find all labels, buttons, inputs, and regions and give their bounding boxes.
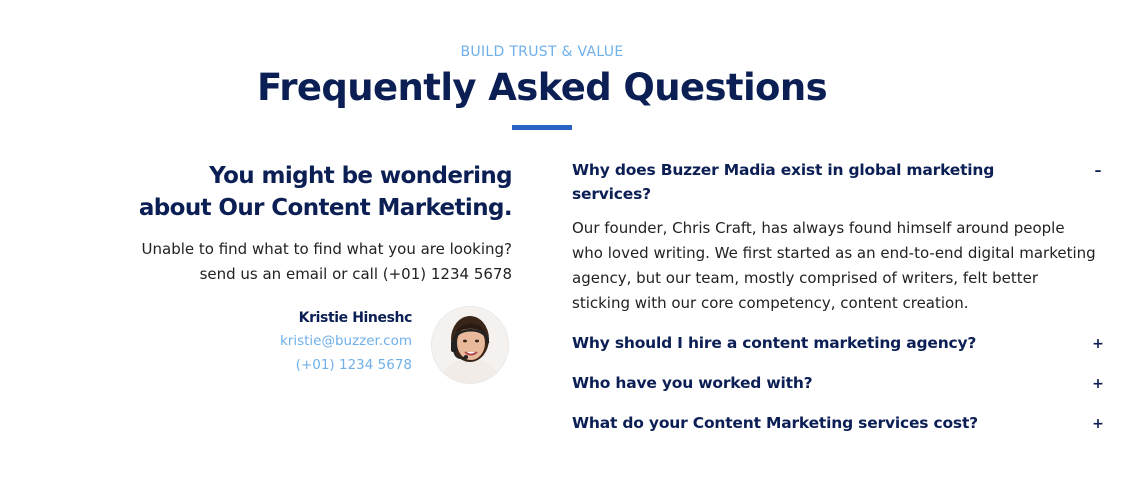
faq-item-0: Why does Buzzer Madia exist in global ma… — [572, 158, 1104, 316]
contact-email-link[interactable]: kristie@buzzer.com — [280, 329, 412, 353]
intro-heading-line-2: about Our Content Marketing. — [138, 195, 513, 221]
faq-question-3[interactable]: What do your Content Marketing services … — [572, 411, 1104, 435]
collapse-icon[interactable]: – — [1092, 164, 1104, 178]
intro-block: You might be wondering about Our Content… — [100, 160, 513, 383]
faq-question-1[interactable]: Why should I hire a content marketing ag… — [572, 331, 1104, 355]
avatar — [432, 307, 508, 383]
intro-text-line-1: Unable to find what to find what you are… — [141, 240, 512, 258]
contact-info: Kristie Hineshc kristie@buzzer.com (+01)… — [280, 307, 412, 377]
intro-heading: You might be wondering about Our Content… — [100, 160, 513, 224]
faq-item-1: Why should I hire a content marketing ag… — [572, 331, 1104, 355]
avatar-portrait-icon — [432, 307, 508, 383]
faq-item-2: Who have you worked with? + — [572, 371, 1104, 395]
page-title: Frequently Asked Questions — [256, 66, 828, 109]
faq-section: BUILD TRUST & VALUE Frequently Asked Que… — [0, 0, 1130, 487]
faq-answer-0: Our founder, Chris Craft, has always fou… — [572, 219, 1096, 312]
contact-phone-link[interactable]: (+01) 1234 5678 — [280, 353, 412, 377]
faq-item-3: What do your Content Marketing services … — [572, 411, 1104, 435]
intro-text: Unable to find what to find what you are… — [100, 237, 512, 287]
section-eyebrow: BUILD TRUST & VALUE — [460, 44, 624, 60]
expand-icon[interactable]: + — [1092, 417, 1104, 431]
faq-question-0[interactable]: Why does Buzzer Madia exist in global ma… — [572, 158, 1104, 206]
faq-accordion: Why does Buzzer Madia exist in global ma… — [572, 158, 1104, 451]
expand-icon[interactable]: + — [1092, 337, 1104, 351]
intro-text-line-2: send us an email or call (+01) 1234 5678 — [199, 265, 512, 283]
expand-icon[interactable]: + — [1092, 377, 1104, 391]
contact-card: Kristie Hineshc kristie@buzzer.com (+01)… — [100, 307, 512, 387]
contact-name: Kristie Hineshc — [298, 310, 413, 326]
faq-question-2[interactable]: Who have you worked with? — [572, 371, 1104, 395]
intro-heading-line-1: You might be wondering — [209, 163, 512, 189]
title-underline — [512, 125, 572, 130]
